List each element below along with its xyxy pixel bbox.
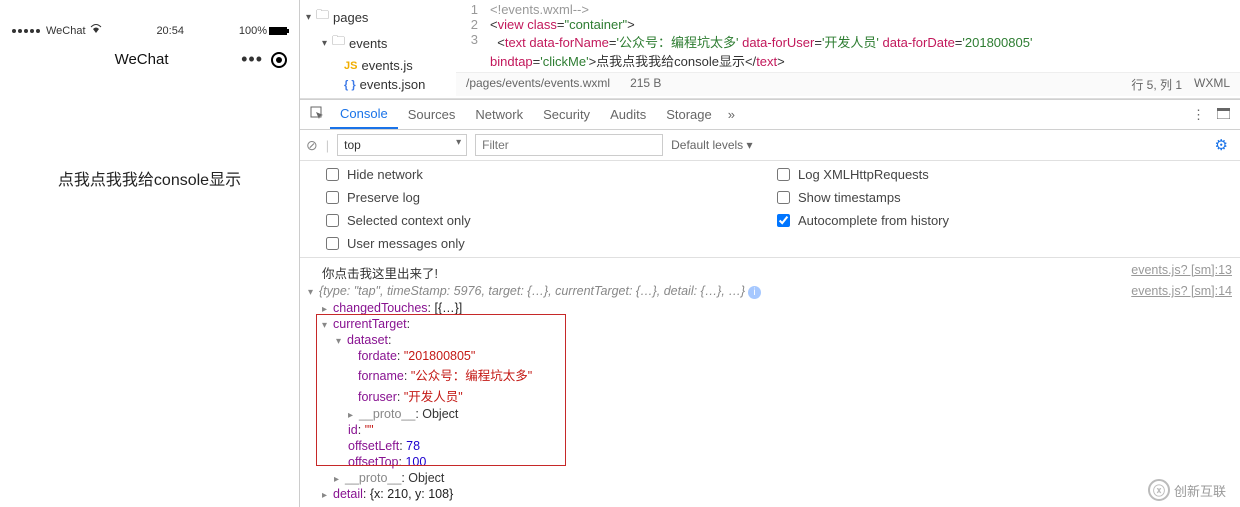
simulator-panel: WeChat 20:54 100% WeChat ••• 点我点我我给conso… <box>0 0 300 507</box>
editor-top: ▾🗀 pages ▾🗀 events JS events.js { } even… <box>300 0 1240 99</box>
simulator-status-bar: WeChat 20:54 100% <box>0 20 299 41</box>
battery: 100% <box>239 25 287 37</box>
console-output[interactable]: 你点击我这里出来了! events.js? [sm]:13 ▾{type: "t… <box>300 258 1240 507</box>
console-toolbar: ⊘ | top Default levels ▾ ⚙ <box>300 130 1240 161</box>
wifi-icon <box>90 24 102 37</box>
context-select[interactable]: top <box>337 134 467 156</box>
tab-audits[interactable]: Audits <box>600 101 656 128</box>
levels-dropdown[interactable]: Default levels ▾ <box>671 138 752 152</box>
filter-input[interactable] <box>475 134 663 156</box>
simulator-nav-bar: WeChat ••• <box>0 41 299 76</box>
json-icon: { } <box>344 79 356 91</box>
devtools: Console Sources Network Security Audits … <box>300 99 1240 507</box>
tree-folder-pages[interactable]: ▾🗀 pages <box>300 4 456 30</box>
clear-console-icon[interactable]: ⊘ <box>306 137 318 154</box>
info-icon: i <box>748 286 761 299</box>
file-path: /pages/events/events.wxml <box>466 76 610 93</box>
watermark: ⓧ 创新互联 <box>1148 479 1226 501</box>
nav-menu-icon[interactable]: ••• <box>241 49 263 70</box>
opt-log-xhr[interactable]: Log XMLHttpRequests <box>777 167 1228 182</box>
source-link[interactable]: events.js? [sm]:14 <box>1121 284 1232 298</box>
watermark-logo-icon: ⓧ <box>1148 479 1170 501</box>
tree-file-events-json[interactable]: { } events.json <box>300 75 456 94</box>
console-line: 你点击我这里出来了! events.js? [sm]:13 <box>308 262 1232 283</box>
signal-icon: WeChat <box>12 24 102 37</box>
devtools-menu-icon[interactable]: ⋮ <box>1186 107 1211 123</box>
source-link[interactable]: events.js? [sm]:13 <box>1121 263 1232 277</box>
tab-storage[interactable]: Storage <box>656 101 722 128</box>
tree-file-events-js[interactable]: JS events.js <box>300 56 456 75</box>
tab-console[interactable]: Console <box>330 100 398 129</box>
folder-icon: 🗀 <box>332 32 345 54</box>
code-area[interactable]: 1<!events.wxml--> 2<view class="containe… <box>456 0 1240 72</box>
console-settings-icon[interactable]: ⚙ <box>1209 136 1234 154</box>
cursor-position: 行 5, 列 1 <box>1131 76 1182 93</box>
simulator-body: 点我点我我给console显示 <box>0 76 299 507</box>
code-editor[interactable]: 1<!events.wxml--> 2<view class="containe… <box>456 0 1240 98</box>
tab-sources[interactable]: Sources <box>398 101 466 128</box>
opt-user-messages[interactable]: User messages only <box>326 236 777 251</box>
clickme-text[interactable]: 点我点我我给console显示 <box>58 166 241 507</box>
editor-status-bar: /pages/events/events.wxml 215 B 行 5, 列 1… <box>456 72 1240 96</box>
opt-autocomplete[interactable]: Autocomplete from history <box>777 213 1228 228</box>
opt-preserve-log[interactable]: Preserve log <box>326 190 777 205</box>
console-options: Hide network Log XMLHttpRequests Preserv… <box>300 161 1240 258</box>
file-size: 215 B <box>630 76 661 93</box>
opt-hide-network[interactable]: Hide network <box>326 167 777 182</box>
tree-folder-events[interactable]: ▾🗀 events <box>300 30 456 56</box>
opt-selected-context[interactable]: Selected context only <box>326 213 777 228</box>
js-icon: JS <box>344 60 357 72</box>
file-tree: ▾🗀 pages ▾🗀 events JS events.js { } even… <box>300 0 456 98</box>
battery-icon <box>269 27 287 35</box>
nav-title: WeChat <box>42 51 241 68</box>
tabs-overflow-icon[interactable]: » <box>722 107 741 122</box>
opt-show-timestamps[interactable]: Show timestamps <box>777 190 1228 205</box>
tab-security[interactable]: Security <box>533 101 600 128</box>
language-mode: WXML <box>1194 76 1230 93</box>
status-time: 20:54 <box>156 25 184 37</box>
dock-icon[interactable] <box>1211 107 1236 122</box>
nav-close-icon[interactable] <box>271 52 287 68</box>
console-object-summary[interactable]: ▾{type: "tap", timeStamp: 5976, target: … <box>308 283 1232 300</box>
inspect-icon[interactable] <box>304 106 330 123</box>
tab-network[interactable]: Network <box>465 101 533 128</box>
carrier-label: WeChat <box>46 25 86 37</box>
devtools-tab-bar: Console Sources Network Security Audits … <box>300 100 1240 130</box>
ide-panel: ▾🗀 pages ▾🗀 events JS events.js { } even… <box>300 0 1240 507</box>
folder-icon: 🗀 <box>316 6 329 28</box>
